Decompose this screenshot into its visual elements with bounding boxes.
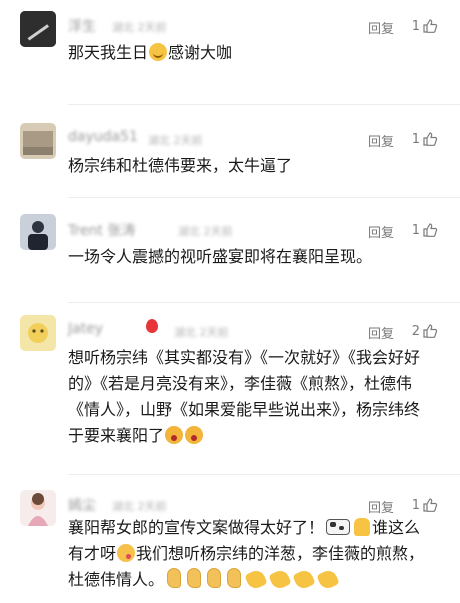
like-button[interactable]: 1 <box>412 222 438 238</box>
comment-text-part: 襄阳帮女郎的宣传文案做得太好了！ <box>68 518 325 537</box>
comment-meta: 湖北 2天前 <box>112 21 167 34</box>
avatar[interactable] <box>20 123 56 159</box>
username[interactable]: 浮生 <box>68 16 96 36</box>
like-count: 1 <box>411 18 420 34</box>
comment-item: Jatey 湖北 2天前 回复 2 想听杨宗纬《其实都没有》《一次就好》《我会好… <box>0 303 460 475</box>
ear-emoji-icon <box>227 568 242 588</box>
like-count: 1 <box>411 222 420 238</box>
thumbs-up-icon <box>423 223 438 237</box>
avatar-image <box>20 315 56 351</box>
cow-emoji-icon <box>326 519 351 535</box>
comment-text-part: 感谢大咖 <box>168 43 233 62</box>
comment-item: dayuda51 湖北 2天前 回复 1 杨宗纬和杜德伟要来，太牛逼了 <box>0 105 460 198</box>
clap-emoji-icon <box>292 567 316 592</box>
comment-text-part: 那天我生日 <box>68 43 149 62</box>
clap-emoji-icon <box>316 567 340 592</box>
avatar[interactable] <box>20 315 56 351</box>
comment-text: 襄阳帮女郎的宣传文案做得太好了！ 谁这么有才呀 我们想听杨宗纬的洋葱，李佳薇的煎熬，… <box>68 515 428 593</box>
reply-button[interactable]: 回复 <box>368 323 394 342</box>
avatar[interactable] <box>20 11 56 47</box>
reply-button[interactable]: 回复 <box>368 18 394 37</box>
clap-emoji-icon <box>244 567 268 592</box>
comment-meta: 湖北 2天前 <box>112 500 167 513</box>
shocked-emoji-icon <box>185 426 204 444</box>
comment-text: 那天我生日 感谢大咖 <box>68 40 428 66</box>
avatar[interactable] <box>20 214 56 250</box>
avatar-image <box>20 11 56 47</box>
thumbs-up-icon <box>423 19 438 33</box>
avatar[interactable] <box>20 490 56 526</box>
comment-meta: 湖北 2天前 <box>174 326 229 339</box>
like-button[interactable]: 1 <box>412 131 438 147</box>
avatar-image <box>20 490 56 526</box>
username-text: Jatey <box>68 321 104 337</box>
clap-emoji-icon <box>268 567 292 592</box>
username[interactable]: dayuda51 <box>68 129 138 145</box>
thumbs-up-icon <box>423 324 438 338</box>
like-count: 2 <box>411 323 420 339</box>
ear-emoji-icon <box>187 568 202 588</box>
thumbs-up-emoji-icon <box>354 518 371 536</box>
thumbs-up-icon <box>423 498 438 512</box>
thumbs-up-icon <box>423 132 438 146</box>
ear-emoji-icon <box>207 568 222 588</box>
like-button[interactable]: 2 <box>412 323 438 339</box>
smile-emoji-icon <box>149 43 168 61</box>
like-button[interactable]: 1 <box>412 497 438 513</box>
reply-button[interactable]: 回复 <box>368 222 394 241</box>
avatar-image <box>20 214 56 250</box>
comment-meta: 湖北 2天前 <box>148 134 203 147</box>
comment-text: 杨宗纬和杜德伟要来，太牛逼了 <box>68 156 293 175</box>
like-button[interactable]: 1 <box>412 18 438 34</box>
reply-button[interactable]: 回复 <box>368 131 394 150</box>
comment-item: 嫣尘 湖北 2天前 回复 1 襄阳帮女郎的宣传文案做得太好了！ 谁这么有才呀 我们想… <box>0 475 460 603</box>
shocked-emoji-icon <box>165 426 184 444</box>
like-count: 1 <box>411 497 420 513</box>
avatar-image <box>20 123 56 159</box>
kiss-emoji-icon <box>117 544 136 562</box>
username[interactable]: Trent 张涛 <box>68 220 135 240</box>
comment-item: Trent 张涛 湖北 2天前 回复 1 一场令人震撼的视听盛宴即将在襄阳呈现。 <box>0 198 460 303</box>
reply-button[interactable]: 回复 <box>368 497 394 516</box>
like-count: 1 <box>411 131 420 147</box>
balloon-icon <box>146 319 158 333</box>
comment-text: 一场令人震撼的视听盛宴即将在襄阳呈现。 <box>68 247 373 266</box>
username[interactable]: Jatey <box>68 321 103 337</box>
ear-emoji-icon <box>167 568 182 588</box>
comment-text-part: 想听杨宗纬《其实都没有》《一次就好》《我会好好的》《若是月亮没有来》，李佳薇《煎… <box>68 348 421 445</box>
comment-item: 浮生 湖北 2天前 回复 1 那天我生日 感谢大咖 <box>0 0 460 105</box>
comment-text: 想听杨宗纬《其实都没有》《一次就好》《我会好好的》《若是月亮没有来》，李佳薇《煎… <box>68 345 428 449</box>
comment-meta: 湖北 2天前 <box>178 225 233 238</box>
username[interactable]: 嫣尘 <box>68 495 96 515</box>
